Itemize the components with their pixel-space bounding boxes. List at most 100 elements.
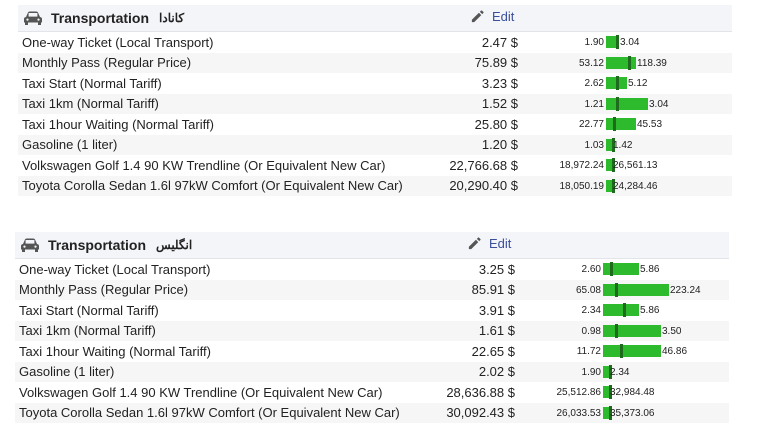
range-min: 25,512.86 <box>556 387 602 398</box>
range-marker <box>623 303 626 317</box>
item-name: Taxi 1hour Waiting (Normal Tariff) <box>19 343 211 359</box>
range-max: 35,373.06 <box>610 407 655 419</box>
range-max: 223.24 <box>670 284 701 296</box>
price-range: 18,050.19 24,284.46 <box>498 176 698 197</box>
range-marker <box>620 344 623 358</box>
range-max: 3.50 <box>662 325 682 337</box>
item-name: Toyota Corolla Sedan 1.6l 97kW Comfort (… <box>19 405 400 421</box>
range-max: 26,561.13 <box>613 160 658 171</box>
range-marker <box>615 282 618 297</box>
price-rows: One-way Ticket (Local Transport) 3.25 $ … <box>15 259 729 423</box>
item-name: Volkswagen Golf 1.4 90 KW Trendline (Or … <box>19 384 383 400</box>
price-row: One-way Ticket (Local Transport) 2.47 $ … <box>18 32 732 53</box>
price-range: 53.12 118.39 <box>498 53 698 74</box>
range-max: 3.04 <box>620 37 640 48</box>
price-row: Taxi Start (Normal Tariff) 3.91 $ 2.34 5… <box>15 300 729 321</box>
price-row: One-way Ticket (Local Transport) 3.25 $ … <box>15 259 729 280</box>
range-min: 65.08 <box>575 284 601 296</box>
price-range: 25,512.86 32,984.48 <box>495 382 695 403</box>
range-min: 1.90 <box>584 37 604 48</box>
range-max: 5.86 <box>640 305 660 316</box>
range-max: 46.86 <box>662 346 688 357</box>
section-title: Transportation <box>48 237 147 253</box>
price-row: Monthly Pass (Regular Price) 75.89 $ 53.… <box>18 52 732 74</box>
range-marker <box>616 76 619 90</box>
car-icon <box>24 11 42 25</box>
item-name: Taxi 1hour Waiting (Normal Tariff) <box>22 116 214 132</box>
item-name: Taxi Start (Normal Tariff) <box>22 75 162 91</box>
item-name: Taxi 1km (Normal Tariff) <box>19 323 156 339</box>
range-bar <box>603 345 661 357</box>
item-name: Taxi 1km (Normal Tariff) <box>22 96 159 112</box>
price-range: 1.90 3.04 <box>498 32 698 53</box>
range-marker <box>616 96 619 111</box>
price-range: 1.21 3.04 <box>498 94 698 115</box>
range-marker <box>628 55 631 70</box>
price-row: Toyota Corolla Sedan 1.6l 97kW Comfort (… <box>18 175 732 197</box>
item-name: Gasoline (1 liter) <box>19 364 115 380</box>
price-row: Toyota Corolla Sedan 1.6l 97kW Comfort (… <box>15 402 729 424</box>
item-name: Gasoline (1 liter) <box>22 137 118 153</box>
price-row: Volkswagen Golf 1.4 90 KW Trendline (Or … <box>18 155 732 176</box>
range-min: 18,050.19 <box>559 180 605 192</box>
price-row: Gasoline (1 liter) 2.02 $ 1.90 2.34 <box>15 361 729 382</box>
price-range: 11.72 46.86 <box>495 341 695 362</box>
range-max: 5.86 <box>640 264 660 275</box>
price-range: 22.77 45.53 <box>498 114 698 135</box>
price-row: Monthly Pass (Regular Price) 85.91 $ 65.… <box>15 279 729 301</box>
price-row: Gasoline (1 liter) 1.20 $ 1.03 1.42 <box>18 134 732 156</box>
item-name: Volkswagen Golf 1.4 90 KW Trendline (Or … <box>22 157 386 173</box>
price-range: 26,033.53 35,373.06 <box>495 403 695 424</box>
price-row: Taxi 1km (Normal Tariff) 1.52 $ 1.21 3.0… <box>18 93 732 115</box>
range-marker <box>616 35 619 49</box>
range-min: 2.62 <box>584 78 604 89</box>
section-title: Transportation <box>51 10 150 26</box>
range-max: 45.53 <box>637 119 663 130</box>
item-name: Monthly Pass (Regular Price) <box>22 55 192 71</box>
range-min: 22.77 <box>578 119 604 130</box>
price-range: 2.34 5.86 <box>495 300 695 321</box>
range-min: 53.12 <box>578 57 604 69</box>
range-bar <box>603 324 661 337</box>
range-min: 1.03 <box>584 139 604 151</box>
range-max: 1.42 <box>613 139 633 151</box>
item-name: Monthly Pass (Regular Price) <box>19 282 189 298</box>
range-bar <box>606 118 636 130</box>
pencil-icon <box>471 10 484 23</box>
range-bar <box>603 283 669 296</box>
price-row: Taxi Start (Normal Tariff) 3.23 $ 2.62 5… <box>18 73 732 94</box>
section-header: Transportation کانادا Edit <box>18 5 732 32</box>
price-range: 0.98 3.50 <box>495 321 695 342</box>
section-country: انگلیس <box>156 238 193 252</box>
edit-button[interactable]: Edit <box>467 236 511 251</box>
section-header: Transportation انگلیس Edit <box>15 232 729 259</box>
range-min: 26,033.53 <box>556 407 602 419</box>
edit-button[interactable]: Edit <box>470 9 514 24</box>
range-max: 2.34 <box>610 366 630 378</box>
range-min: 1.90 <box>581 366 601 378</box>
range-bar <box>603 263 639 275</box>
item-name: Taxi Start (Normal Tariff) <box>19 302 159 318</box>
car-icon <box>21 238 39 252</box>
range-marker <box>610 262 613 276</box>
item-name: One-way Ticket (Local Transport) <box>19 261 211 277</box>
range-min: 11.72 <box>576 346 601 357</box>
price-range: 65.08 223.24 <box>495 280 701 301</box>
item-name: Toyota Corolla Sedan 1.6l 97kW Comfort (… <box>22 178 403 194</box>
item-name: One-way Ticket (Local Transport) <box>22 34 214 50</box>
range-min: 2.34 <box>581 305 601 316</box>
transportation-section: Transportation کانادا Edit One-way Ticke… <box>18 5 732 196</box>
price-row: Taxi 1hour Waiting (Normal Tariff) 25.80… <box>18 114 732 135</box>
price-range: 2.62 5.12 <box>498 73 698 94</box>
range-bar <box>603 304 639 316</box>
range-min: 0.98 <box>581 325 601 337</box>
range-min: 2.60 <box>581 264 601 275</box>
range-bar <box>606 97 648 110</box>
range-max: 3.04 <box>649 98 669 110</box>
price-range: 1.03 1.42 <box>498 135 698 156</box>
price-range: 18,972.24 26,561.13 <box>498 155 698 176</box>
price-row: Taxi 1km (Normal Tariff) 1.61 $ 0.98 3.5… <box>15 320 729 342</box>
edit-label: Edit <box>489 236 512 251</box>
range-marker <box>613 117 616 131</box>
range-max: 32,984.48 <box>610 387 655 398</box>
